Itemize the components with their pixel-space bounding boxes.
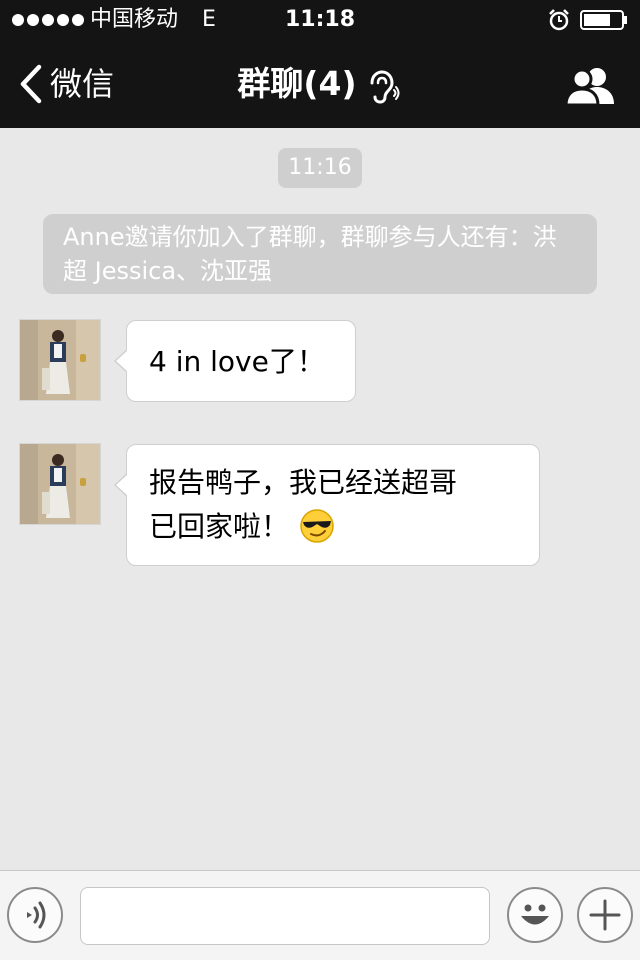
avatar[interactable] (19, 443, 101, 525)
avatar[interactable] (19, 319, 101, 401)
chat-timestamp: 11:16 (278, 148, 362, 188)
status-bar: 中国移动 E 11:18 (0, 0, 640, 40)
avatar-photo (20, 444, 100, 524)
status-time: 11:18 (284, 7, 356, 32)
message-text-line-2: 已回家啦！ (149, 505, 517, 549)
earpiece-icon[interactable] (366, 70, 400, 104)
emoji-icon (521, 904, 549, 925)
battery-icon (580, 10, 627, 30)
navigation-bar: 微信 群聊(4) (0, 40, 640, 128)
alarm-icon (549, 9, 569, 31)
plus-icon (589, 899, 621, 931)
message-bubble[interactable]: 4 in love了！ (114, 320, 356, 402)
more-button[interactable] (577, 887, 633, 943)
top-bar: 中国移动 E 11:18 微信 群聊(4) (0, 0, 640, 128)
page-title: 群聊(4) (237, 64, 357, 103)
emoji-button[interactable] (507, 887, 563, 943)
voice-button[interactable] (7, 887, 63, 943)
message-input[interactable] (80, 887, 490, 945)
message-bubble[interactable]: 报告鸭子，我已经送超哥 已回家啦！ (114, 444, 540, 566)
sunglasses-emoji-icon (300, 509, 334, 543)
voice-icon (27, 901, 46, 929)
input-toolbar (0, 870, 640, 960)
avatar-photo (20, 320, 100, 400)
message-text-line-1: 报告鸭子，我已经送超哥 (149, 466, 458, 499)
members-icon[interactable] (564, 66, 616, 106)
system-notice: Anne邀请你加入了群聊，群聊参与人还有：洪超 Jessica、沈亚强 (43, 214, 597, 294)
